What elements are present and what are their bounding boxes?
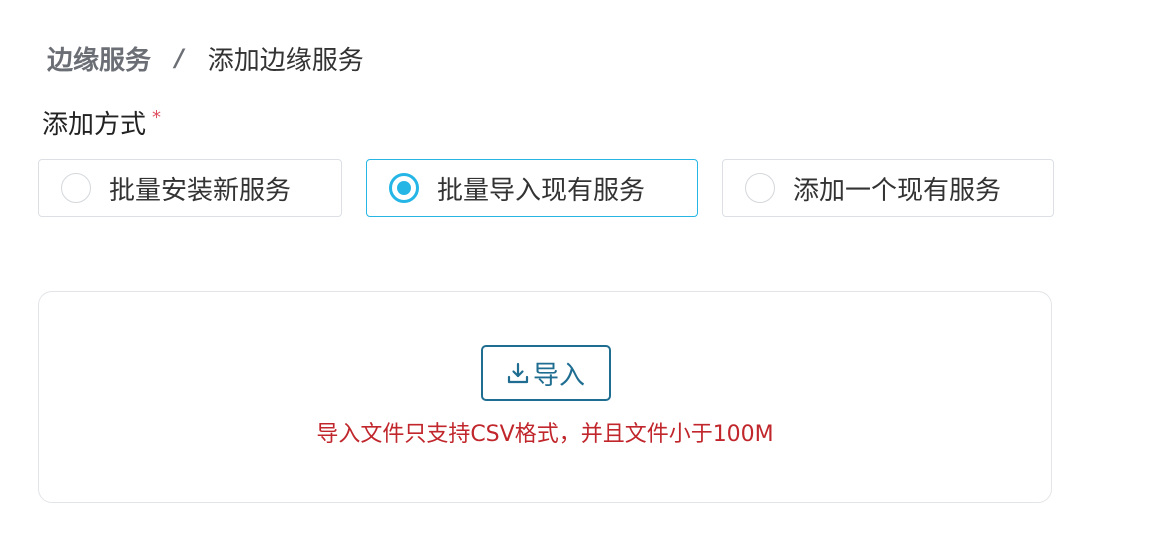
option-add-one-existing[interactable]: 添加一个现有服务 (722, 159, 1054, 217)
upload-hint: 导入文件只支持CSV格式，并且文件小于100M (316, 422, 774, 447)
breadcrumb: 边缘服务 / 添加边缘服务 (47, 40, 364, 76)
add-method-label: 添加方式 * (42, 104, 161, 140)
download-icon (507, 362, 529, 384)
radio-circle-selected[interactable] (389, 173, 419, 203)
option-label: 批量安装新服务 (109, 175, 292, 206)
option-label: 添加一个现有服务 (793, 175, 1002, 206)
option-batch-install-new[interactable]: 批量安装新服务 (38, 159, 342, 217)
required-mark: * (152, 106, 162, 128)
radio-circle[interactable] (745, 173, 775, 203)
upload-area: 导入 导入文件只支持CSV格式，并且文件小于100M (38, 291, 1052, 503)
option-label: 批量导入现有服务 (437, 175, 646, 206)
breadcrumb-current: 添加边缘服务 (207, 45, 364, 76)
radio-circle[interactable] (61, 173, 91, 203)
add-method-label-text: 添加方式 (42, 109, 147, 140)
import-button-label: 导入 (532, 360, 585, 391)
breadcrumb-parent-link[interactable]: 边缘服务 (47, 40, 151, 77)
page: 边缘服务 / 添加边缘服务 添加方式 * 批量安装新服务 批量导入现有服务 添加… (0, 0, 1164, 548)
option-batch-import-existing[interactable]: 批量导入现有服务 (366, 159, 698, 217)
breadcrumb-separator: / (175, 44, 184, 72)
import-button[interactable]: 导入 (481, 345, 611, 401)
